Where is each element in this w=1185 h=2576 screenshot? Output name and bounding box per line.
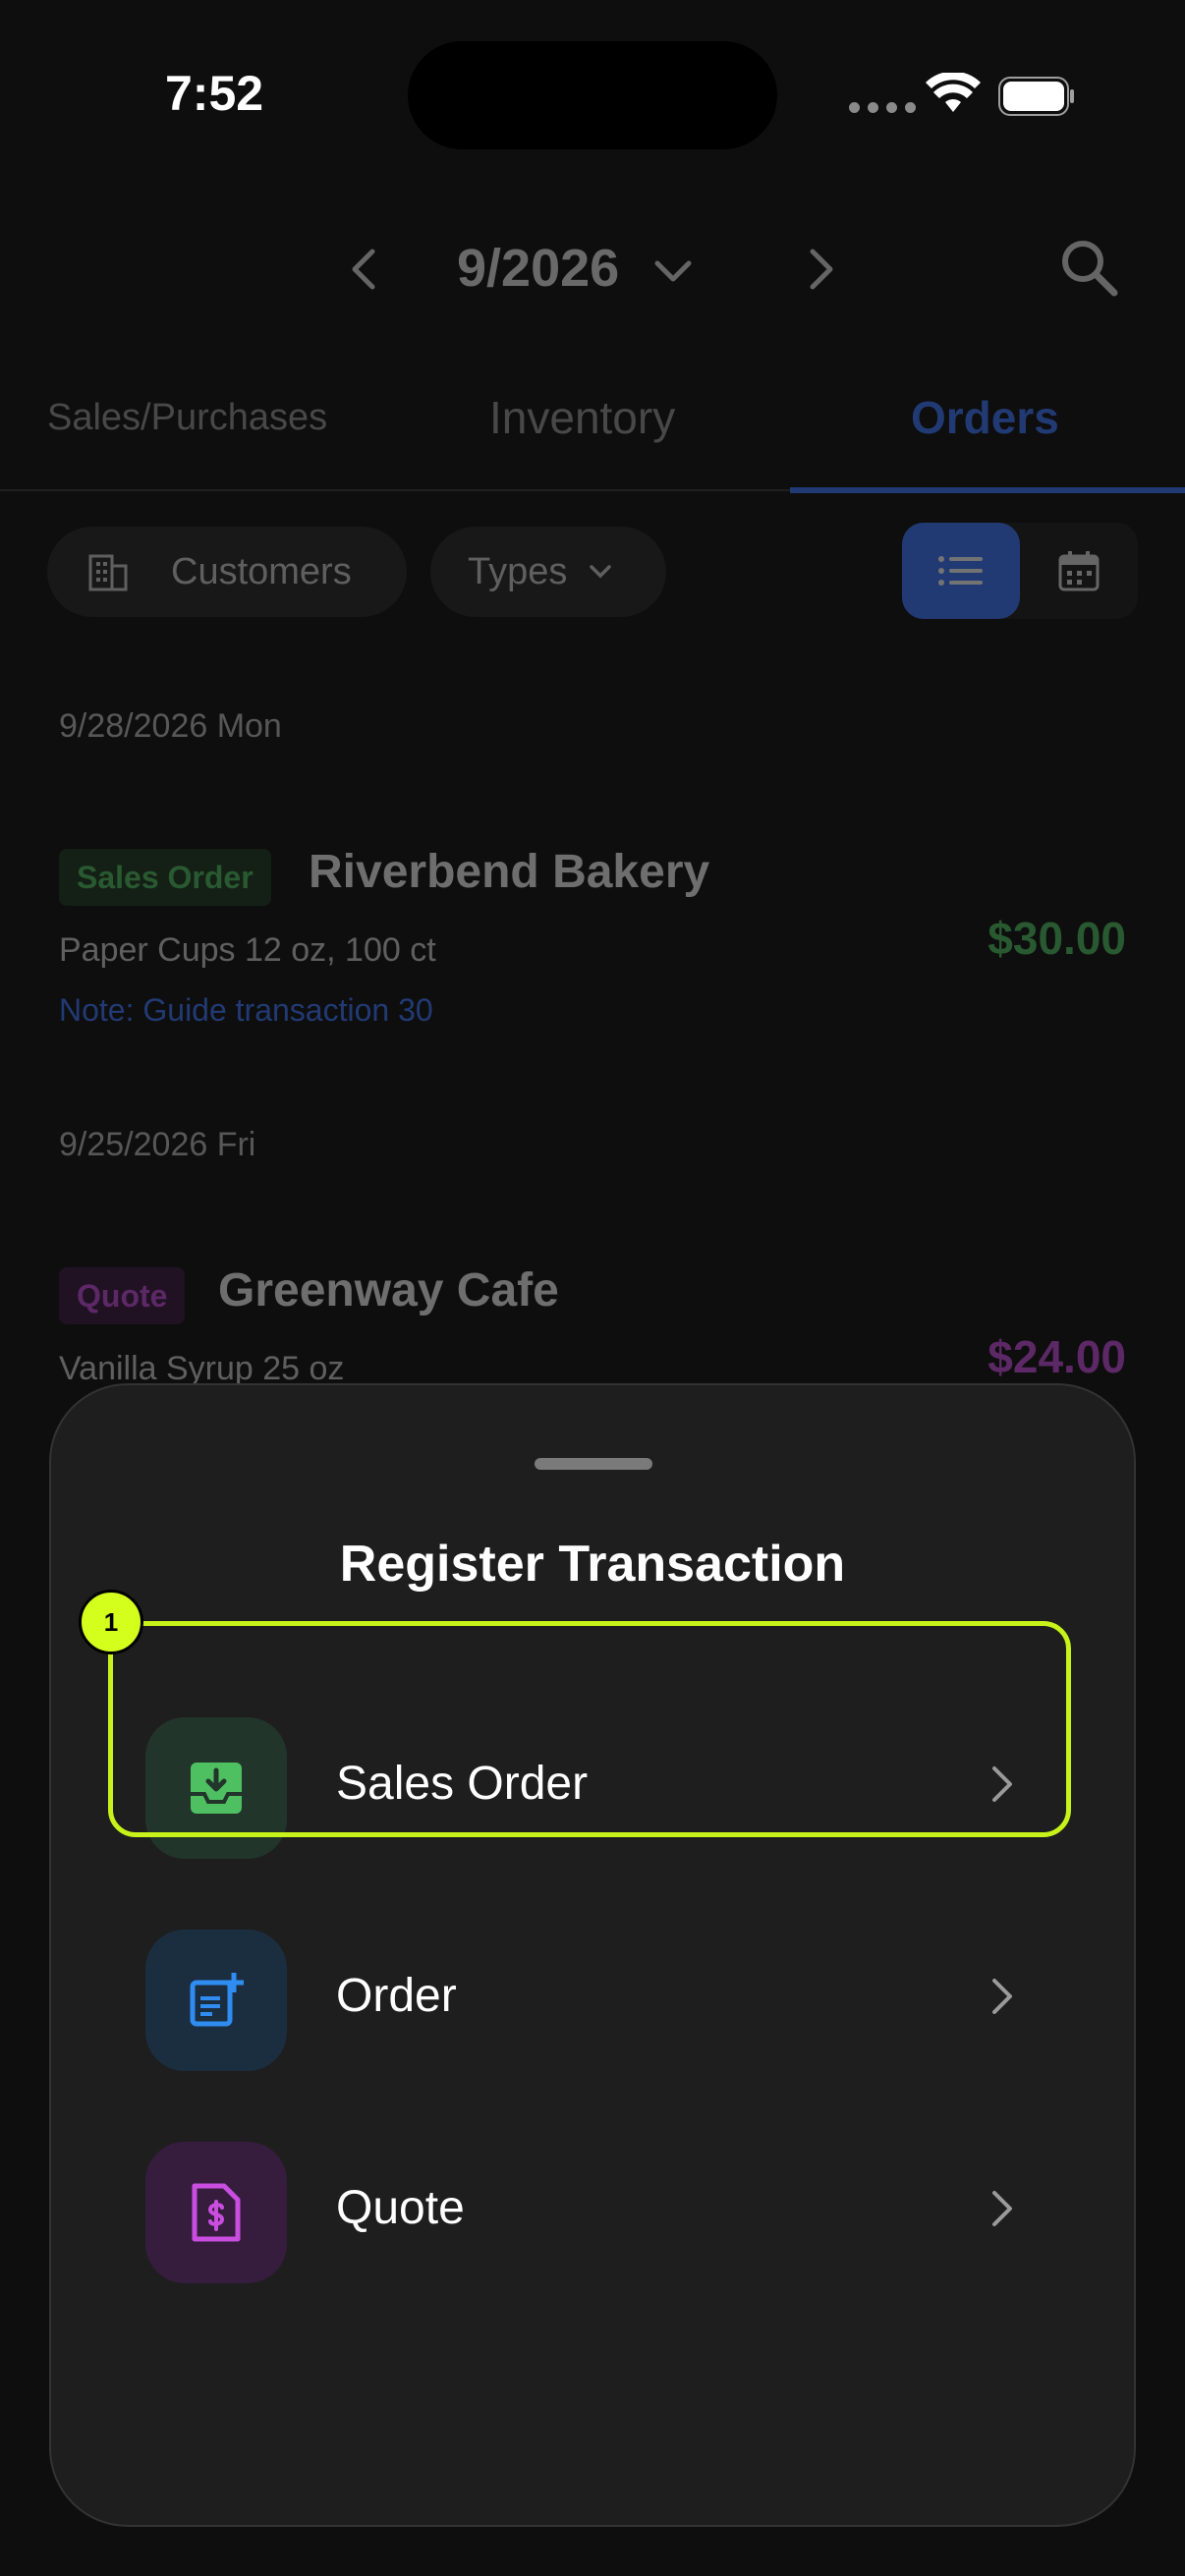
calendar-icon: [1058, 551, 1100, 591]
month-text: 9/2026: [457, 239, 620, 298]
chevron-right-icon: [992, 2191, 1012, 2226]
list-view-button[interactable]: [902, 523, 1020, 619]
date-header: 9/25/2026 Fri: [59, 1126, 256, 1163]
list-icon: [938, 556, 983, 586]
customer-name: Riverbend Bakery: [309, 846, 710, 898]
highlight-box: [108, 1621, 1071, 1837]
wifi-icon: [926, 73, 981, 112]
customers-label: Customers: [171, 550, 352, 592]
option-quote[interactable]: Quote: [110, 2114, 1083, 2291]
active-tab-indicator: [790, 487, 1185, 493]
order-amount: $30.00: [988, 913, 1126, 964]
order-icon-tile: [145, 1930, 287, 2071]
order-row[interactable]: Sales Order Riverbend Bakery Paper Cups …: [0, 845, 1185, 1041]
type-badge: Quote: [59, 1267, 186, 1324]
order-amount: $24.00: [988, 1331, 1126, 1382]
calendar-view-button[interactable]: [1020, 523, 1138, 619]
option-label: Quote: [336, 2182, 465, 2234]
types-filter-chip[interactable]: Types: [430, 527, 666, 617]
register-transaction-sheet: Register Transaction Sales Order Order Q…: [49, 1383, 1136, 2527]
battery-icon: [998, 77, 1074, 116]
quote-icon-tile: [145, 2142, 287, 2283]
sheet-title: Register Transaction: [339, 1536, 846, 1593]
chevron-down-icon: [590, 565, 612, 579]
types-label: Types: [468, 550, 568, 592]
annotation-marker: 1: [79, 1590, 143, 1654]
tab-sales-purchases[interactable]: Sales/Purchases: [47, 397, 327, 439]
note-add-icon: [190, 1973, 244, 2027]
building-icon: [88, 554, 128, 591]
view-toggle: [902, 523, 1138, 619]
customers-filter-chip[interactable]: Customers: [47, 527, 407, 617]
tab-bar: Sales/Purchases Inventory Orders: [0, 373, 1185, 493]
type-badge: Sales Order: [59, 849, 271, 906]
option-order[interactable]: Order: [110, 1902, 1083, 2079]
next-month-button[interactable]: [792, 240, 851, 299]
invoice-dollar-icon: [192, 2183, 241, 2242]
month-navigator: 9/2026: [0, 216, 1185, 324]
sheet-grabber[interactable]: [535, 1458, 652, 1470]
chevron-right-icon: [992, 1979, 1012, 2014]
screen: 7:52 9/2026 Sales/Purchases Inventory Or…: [0, 0, 1185, 2576]
chevron-left-icon: [352, 249, 375, 290]
customer-name: Greenway Cafe: [218, 1264, 559, 1316]
status-time: 7:52: [165, 66, 264, 121]
dynamic-island: [408, 41, 777, 149]
prev-month-button[interactable]: [334, 240, 393, 299]
tab-orders[interactable]: Orders: [911, 391, 1059, 444]
chevron-down-icon: [654, 260, 692, 282]
order-row[interactable]: Quote Greenway Cafe Vanilla Syrup 25 oz …: [0, 1263, 1185, 1401]
search-icon[interactable]: [1057, 236, 1120, 299]
chevron-right-icon: [810, 249, 833, 290]
signal-dots-icon: [849, 102, 916, 113]
option-label: Order: [336, 1970, 457, 2022]
month-label[interactable]: 9/2026: [457, 238, 693, 299]
date-header: 9/28/2026 Mon: [59, 707, 282, 745]
tab-inventory[interactable]: Inventory: [489, 391, 675, 444]
order-note: Note: Guide transaction 30: [59, 992, 433, 1028]
item-description: Paper Cups 12 oz, 100 ct: [59, 931, 436, 969]
